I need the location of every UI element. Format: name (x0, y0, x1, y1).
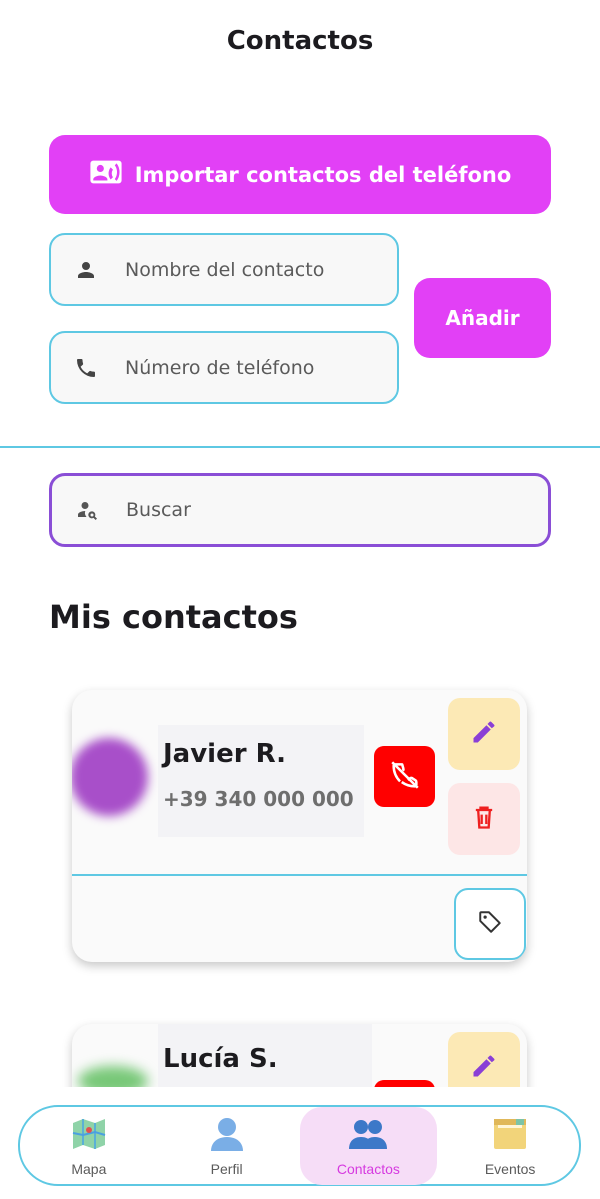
avatar (72, 738, 148, 816)
edit-contact-button[interactable] (448, 698, 520, 770)
add-contact-button[interactable]: Añadir (414, 278, 551, 358)
tag-icon (477, 909, 503, 939)
bottom-navigation: Mapa Perfil Contactos Eventos (18, 1105, 581, 1186)
nav-item-eventos[interactable]: Eventos (441, 1107, 579, 1184)
search-input[interactable] (126, 499, 506, 521)
phone-icon (73, 355, 99, 381)
trash-icon (470, 803, 498, 835)
person-icon (207, 1115, 247, 1157)
call-off-icon (388, 758, 422, 796)
pencil-icon (470, 1052, 498, 1084)
nav-label: Eventos (484, 1160, 536, 1177)
import-contacts-label: Importar contactos del teléfono (134, 162, 512, 187)
nav-item-contactos[interactable]: Contactos (299, 1106, 438, 1185)
pencil-icon (470, 718, 498, 750)
section-title: Mis contactos (49, 598, 298, 636)
contact-phone-field[interactable] (49, 331, 399, 404)
folder-icon (490, 1115, 530, 1157)
map-icon (69, 1115, 109, 1157)
nav-item-mapa[interactable]: Mapa (20, 1107, 158, 1184)
contact-name: Lucía S. (163, 1044, 278, 1074)
contact-name: Javier R. (163, 739, 286, 769)
delete-contact-button[interactable] (448, 783, 520, 855)
hide-contact-button[interactable] (374, 746, 435, 807)
search-field[interactable] (49, 473, 551, 547)
contact-info[interactable]: Javier R. +39 340 000 000 (158, 725, 364, 837)
card-divider (72, 874, 527, 876)
nav-label: Contactos (336, 1160, 400, 1177)
section-divider (0, 446, 600, 448)
person-search-icon (74, 497, 100, 523)
contact-name-field[interactable] (49, 233, 399, 306)
contact-card-icon (89, 155, 123, 194)
nav-label: Perfil (210, 1160, 243, 1177)
person-icon (73, 257, 99, 283)
page-title: Contactos (226, 26, 374, 56)
people-icon (348, 1115, 388, 1157)
import-contacts-button[interactable]: Importar contactos del teléfono (49, 135, 551, 214)
nav-item-perfil[interactable]: Perfil (158, 1107, 296, 1184)
tag-contact-button[interactable] (454, 888, 526, 960)
contact-phone-input[interactable] (125, 356, 365, 379)
contact-name-input[interactable] (125, 258, 365, 281)
nav-label: Mapa (71, 1160, 107, 1177)
contact-card: Javier R. +39 340 000 000 (72, 690, 527, 962)
contact-phone: +39 340 000 000 (163, 787, 354, 811)
